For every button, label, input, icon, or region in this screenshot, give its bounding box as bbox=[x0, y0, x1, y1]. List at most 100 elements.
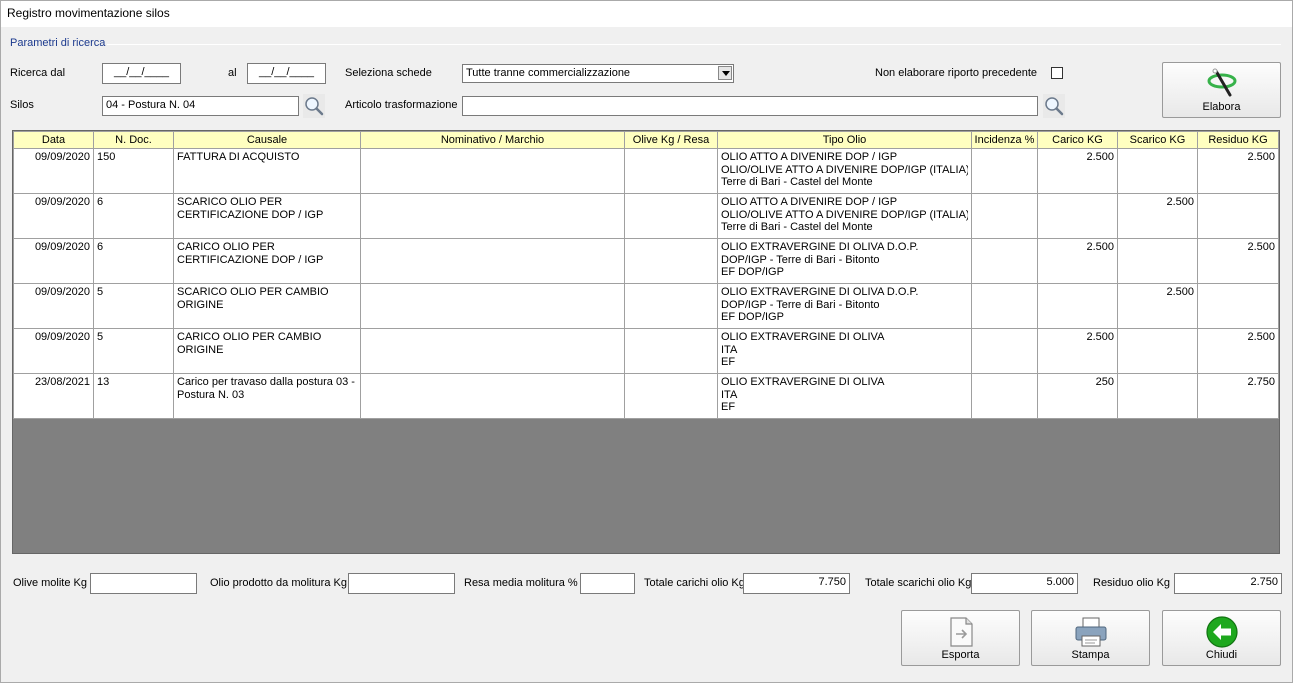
cell-scarico: 2.500 bbox=[1117, 283, 1198, 329]
cell-carico bbox=[1037, 283, 1118, 329]
olio-prodotto-input[interactable] bbox=[348, 573, 455, 594]
cell-tipo-olio: OLIO EXTRAVERGINE DI OLIVA D.O.P. DOP/IG… bbox=[717, 283, 972, 329]
cell-olive bbox=[624, 328, 718, 374]
cell-scarico bbox=[1117, 373, 1198, 419]
table-row[interactable]: 09/09/2020 5 SCARICO OLIO PER CAMBIO ORI… bbox=[13, 283, 1279, 329]
magnifier-icon[interactable] bbox=[303, 94, 325, 118]
col-header-olive[interactable]: Olive Kg / Resa bbox=[624, 131, 718, 149]
cell-causale: Carico per travaso dalla postura 03 - Po… bbox=[173, 373, 361, 419]
date-from-input[interactable]: __/__/____ bbox=[102, 63, 181, 84]
non-elaborare-checkbox[interactable] bbox=[1051, 67, 1063, 79]
cell-carico: 2.500 bbox=[1037, 328, 1118, 374]
table-row[interactable]: 09/09/2020 6 CARICO OLIO PER CERTIFICAZI… bbox=[13, 238, 1279, 284]
col-header-tipo-olio[interactable]: Tipo Olio bbox=[717, 131, 972, 149]
elabora-button[interactable]: Elabora bbox=[1162, 62, 1281, 118]
cell-incidenza bbox=[971, 373, 1038, 419]
cell-carico bbox=[1037, 193, 1118, 239]
cell-incidenza bbox=[971, 283, 1038, 329]
cell-ndoc: 6 bbox=[93, 193, 174, 239]
wand-icon bbox=[1204, 67, 1240, 102]
col-header-ndoc[interactable]: N. Doc. bbox=[93, 131, 174, 149]
col-header-carico[interactable]: Carico KG bbox=[1037, 131, 1118, 149]
movements-grid[interactable]: Data N. Doc. Causale Nominativo / Marchi… bbox=[12, 130, 1280, 554]
tipo-line: OLIO EXTRAVERGINE DI OLIVA bbox=[721, 331, 885, 343]
tipo-line: DOP/IGP - Terre di Bari - Bitonto bbox=[721, 253, 880, 266]
resa-media-input[interactable] bbox=[580, 573, 635, 594]
chevron-down-icon[interactable] bbox=[718, 66, 732, 80]
cell-causale: FATTURA DI ACQUISTO bbox=[173, 148, 361, 194]
olio-prodotto-label: Olio prodotto da molitura Kg bbox=[210, 577, 347, 589]
tipo-line: Terre di Bari - Castel del Monte bbox=[721, 176, 873, 188]
stampa-button[interactable]: Stampa bbox=[1031, 610, 1150, 666]
col-header-residuo[interactable]: Residuo KG bbox=[1197, 131, 1279, 149]
cell-tipo-olio: OLIO ATTO A DIVENIRE DOP / IGP OLIO/OLIV… bbox=[717, 148, 972, 194]
cell-data: 23/08/2021 bbox=[13, 373, 94, 419]
tipo-line: DOP/IGP - Terre di Bari - Bitonto bbox=[721, 298, 880, 311]
table-row[interactable]: 09/09/2020 6 SCARICO OLIO PER CERTIFICAZ… bbox=[13, 193, 1279, 239]
stampa-label: Stampa bbox=[1071, 649, 1110, 661]
tipo-line: OLIO ATTO A DIVENIRE DOP / IGP bbox=[721, 196, 898, 208]
cell-scarico bbox=[1117, 148, 1198, 194]
table-row[interactable]: 23/08/2021 13 Carico per travaso dalla p… bbox=[13, 373, 1279, 419]
table-header-row: Data N. Doc. Causale Nominativo / Marchi… bbox=[13, 131, 1279, 149]
resa-media-label: Resa media molitura % bbox=[464, 577, 578, 589]
cell-data: 09/09/2020 bbox=[13, 283, 94, 329]
tipo-line: OLIO ATTO A DIVENIRE DOP / IGP bbox=[721, 151, 898, 163]
col-header-incidenza[interactable]: Incidenza % bbox=[971, 131, 1038, 149]
cell-carico: 2.500 bbox=[1037, 148, 1118, 194]
col-header-nominativo[interactable]: Nominativo / Marchio bbox=[360, 131, 625, 149]
cell-residuo: 2.750 bbox=[1197, 373, 1279, 419]
tipo-line: OLIO EXTRAVERGINE DI OLIVA bbox=[721, 376, 885, 388]
chiudi-label: Chiudi bbox=[1205, 649, 1238, 661]
cell-olive bbox=[624, 283, 718, 329]
cell-causale: CARICO OLIO PER CERTIFICAZIONE DOP / IGP bbox=[173, 238, 361, 284]
movements-table: Data N. Doc. Causale Nominativo / Marchi… bbox=[13, 131, 1279, 419]
main-window: Registro movimentazione silos Parametri … bbox=[0, 0, 1293, 683]
cell-ndoc: 150 bbox=[93, 148, 174, 194]
cell-ndoc: 6 bbox=[93, 238, 174, 284]
cell-ndoc: 5 bbox=[93, 283, 174, 329]
tipo-line: EF DOP/IGP bbox=[721, 311, 784, 323]
al-label: al bbox=[228, 67, 237, 79]
cell-nominativo bbox=[360, 193, 625, 239]
cell-data: 09/09/2020 bbox=[13, 193, 94, 239]
silos-input[interactable]: 04 - Postura N. 04 bbox=[102, 96, 299, 116]
cell-ndoc: 5 bbox=[93, 328, 174, 374]
totale-carichi-label: Totale carichi olio Kg bbox=[644, 577, 745, 589]
back-arrow-icon bbox=[1205, 615, 1239, 652]
table-row[interactable]: 09/09/2020 5 CARICO OLIO PER CAMBIO ORIG… bbox=[13, 328, 1279, 374]
params-group-label: Parametri di ricerca bbox=[10, 37, 106, 49]
cell-nominativo bbox=[360, 373, 625, 419]
esporta-label: Esporta bbox=[941, 649, 980, 661]
totale-carichi-input[interactable]: 7.750 bbox=[743, 573, 850, 594]
cell-tipo-olio: OLIO EXTRAVERGINE DI OLIVA ITA EF bbox=[717, 373, 972, 419]
col-header-causale[interactable]: Causale bbox=[173, 131, 361, 149]
residuo-olio-label: Residuo olio Kg bbox=[1093, 577, 1171, 589]
col-header-scarico[interactable]: Scarico KG bbox=[1117, 131, 1198, 149]
cell-olive bbox=[624, 373, 718, 419]
window-title: Registro movimentazione silos bbox=[1, 1, 1292, 27]
tipo-line: EF bbox=[721, 356, 736, 368]
residuo-olio-input[interactable]: 2.750 bbox=[1174, 573, 1282, 594]
olive-molite-input[interactable] bbox=[90, 573, 197, 594]
cell-nominativo bbox=[360, 328, 625, 374]
totale-scarichi-input[interactable]: 5.000 bbox=[971, 573, 1078, 594]
seleziona-schede-select[interactable]: Tutte tranne commercializzazione bbox=[462, 64, 734, 83]
tipo-line: EF bbox=[721, 401, 736, 413]
tipo-line: OLIO EXTRAVERGINE DI OLIVA D.O.P. bbox=[721, 286, 919, 298]
table-row[interactable]: 09/09/2020 150 FATTURA DI ACQUISTO OLIO … bbox=[13, 148, 1279, 194]
magnifier-icon[interactable] bbox=[1043, 94, 1065, 118]
cell-causale: CARICO OLIO PER CAMBIO ORIGINE bbox=[173, 328, 361, 374]
tipo-line: OLIO/OLIVE ATTO A DIVENIRE DOP/IGP (ITAL… bbox=[721, 208, 968, 221]
cell-tipo-olio: OLIO ATTO A DIVENIRE DOP / IGP OLIO/OLIV… bbox=[717, 193, 972, 239]
col-header-data[interactable]: Data bbox=[13, 131, 94, 149]
chiudi-button[interactable]: Chiudi bbox=[1162, 610, 1281, 666]
tipo-line: OLIO/OLIVE ATTO A DIVENIRE DOP/IGP (ITAL… bbox=[721, 163, 968, 176]
cell-scarico bbox=[1117, 328, 1198, 374]
articolo-input[interactable] bbox=[462, 96, 1038, 116]
totale-scarichi-label: Totale scarichi olio Kg bbox=[865, 577, 972, 589]
esporta-button[interactable]: Esporta bbox=[901, 610, 1020, 666]
cell-residuo bbox=[1197, 283, 1279, 329]
date-to-input[interactable]: __/__/____ bbox=[247, 63, 326, 84]
document-export-icon bbox=[944, 615, 978, 652]
